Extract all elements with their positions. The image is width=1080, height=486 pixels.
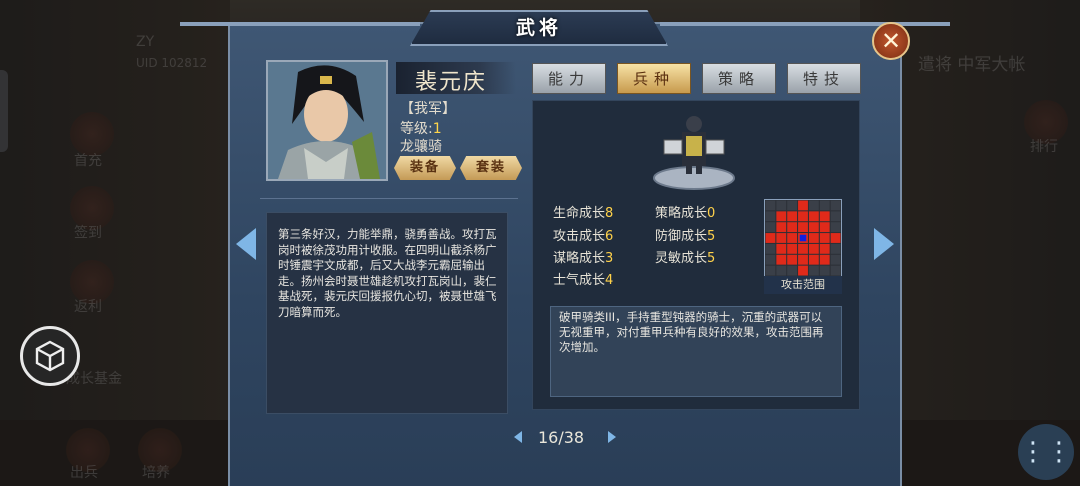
range-cell (819, 233, 830, 243)
game-screen: ZY UID 102812 遣将 中军大帐 首充 签到 返利 成长基金 排行 出… (0, 0, 1080, 486)
prev-general-arrow-icon[interactable] (236, 228, 256, 260)
range-cell (830, 233, 841, 243)
divider (260, 198, 518, 199)
stat-morale-growth: 士气成长4 (553, 273, 614, 288)
range-cell (776, 211, 787, 222)
range-cell (787, 233, 798, 243)
next-general-arrow-icon[interactable] (874, 228, 894, 260)
general-portrait[interactable] (266, 60, 388, 181)
page-next-icon[interactable] (608, 431, 616, 443)
range-cell (776, 265, 787, 276)
range-cell (808, 243, 819, 254)
stat-hp-growth: 生命成长8 (553, 206, 614, 221)
range-cell (808, 200, 819, 211)
range-cell (798, 222, 808, 233)
range-cell (798, 243, 808, 254)
range-cell (798, 211, 808, 222)
range-cell (787, 265, 798, 276)
general-description: 第三条好汉，力能举鼎，骁勇善战。攻打瓦岗时被徐茂功用计收服。在四明山截杀杨广时锤… (266, 212, 508, 414)
dialog-title: 武将 (515, 17, 562, 39)
cube-icon (35, 340, 65, 372)
level-row: 等级:1 (400, 118, 442, 138)
range-cell (765, 265, 776, 276)
tab-ability[interactable]: 能力 (532, 63, 606, 94)
range-cell (819, 222, 830, 233)
range-cell (798, 200, 808, 211)
range-cell (787, 222, 798, 233)
range-cell (808, 254, 819, 265)
range-cell (808, 222, 819, 233)
attack-range-label: 攻击范围 (764, 276, 842, 294)
range-cell (830, 222, 841, 233)
attack-range-grid (765, 200, 841, 276)
level-label: 等级: (400, 121, 433, 137)
title-wing-left (180, 22, 420, 26)
stat-strategy-power-growth: 谋略成长3 (553, 251, 614, 266)
range-cell (819, 265, 830, 276)
range-cell (765, 222, 776, 233)
level-value: 1 (432, 121, 442, 137)
unit-sprite (653, 116, 735, 190)
page-indicator: 16/38 (538, 428, 585, 447)
floating-cube-button[interactable] (20, 326, 80, 386)
range-cell (830, 211, 841, 222)
tab-special-skill[interactable]: 特技 (787, 63, 861, 94)
range-cell (830, 200, 841, 211)
range-cell (765, 233, 776, 243)
range-cell (798, 254, 808, 265)
skill-description: 破甲骑类III，手持重型钝器的骑士，沉重的武器可以无视重甲，对付重甲兵种有良好的… (550, 306, 842, 397)
stat-tactic-growth: 策略成长0 (655, 206, 716, 221)
range-cell (819, 243, 830, 254)
range-cell (776, 233, 787, 243)
faction-label: 【我军】 (400, 101, 456, 117)
range-cell (765, 243, 776, 254)
range-cell (830, 265, 841, 276)
general-name: 裴元庆 (414, 70, 487, 95)
range-cell (787, 254, 798, 265)
range-cell (765, 211, 776, 222)
stat-agility-growth: 灵敏成长5 (655, 251, 716, 266)
range-cell (787, 200, 798, 211)
range-cell (808, 265, 819, 276)
range-center-cell (799, 234, 807, 242)
range-cell (830, 254, 841, 265)
page-prev-icon[interactable] (514, 431, 522, 443)
title-wing-right (660, 22, 950, 26)
range-cell (776, 254, 787, 265)
set-button[interactable]: 套装 (460, 156, 522, 180)
range-cell (798, 265, 808, 276)
range-cell (776, 200, 787, 211)
stat-defense-growth: 防御成长5 (655, 229, 716, 244)
unit-type: 龙骧骑 (400, 139, 442, 155)
range-cell (819, 211, 830, 222)
range-cell (819, 200, 830, 211)
range-cell (776, 243, 787, 254)
close-button[interactable]: ✕ (872, 22, 910, 60)
range-cell (776, 222, 787, 233)
range-cell (808, 233, 819, 243)
tab-strategy[interactable]: 策略 (702, 63, 776, 94)
range-cell (765, 254, 776, 265)
range-cell (787, 243, 798, 254)
stat-attack-growth: 攻击成长6 (553, 229, 614, 244)
range-cell (787, 211, 798, 222)
portrait-image (268, 62, 386, 179)
menu-icon[interactable]: ⋮⋮ (1018, 424, 1074, 480)
range-cell (830, 243, 841, 254)
range-cell (819, 254, 830, 265)
range-cell (808, 211, 819, 222)
tab-troop[interactable]: 兵种 (617, 63, 691, 94)
range-cell (765, 200, 776, 211)
equip-button[interactable]: 装备 (394, 156, 456, 180)
